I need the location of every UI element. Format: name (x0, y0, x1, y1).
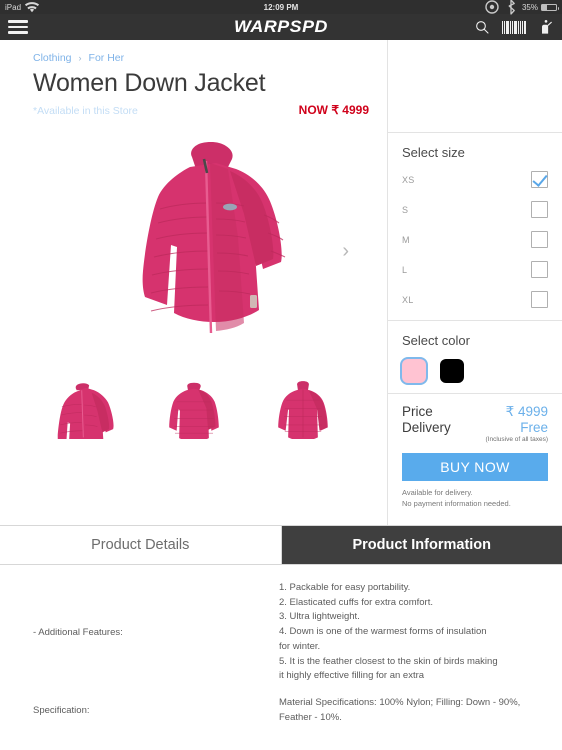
size-option-l[interactable]: L (402, 261, 548, 278)
store-availability-label: *Available in this Store (33, 105, 138, 117)
location-icon (484, 0, 500, 15)
feature-line: it highly effective filling for an extra (279, 670, 425, 682)
features-value: 1. Packable for easy portability. 2. Ela… (279, 581, 498, 684)
size-label: M (402, 234, 410, 245)
app-bar-actions (474, 19, 555, 35)
size-checkbox-m[interactable] (531, 231, 548, 248)
buy-now-button[interactable]: BUY NOW (402, 453, 548, 481)
features-key: - Additional Features: (33, 627, 123, 639)
price-row: Price ₹ 4999 (402, 404, 548, 420)
tab-product-details[interactable]: Product Details (0, 526, 282, 564)
shopper-icon[interactable] (538, 19, 554, 35)
feature-line: 4. Down is one of the warmest forms of i… (279, 626, 487, 638)
size-label: S (402, 204, 409, 215)
purchase-note-line-1: Available for delivery. (402, 488, 473, 497)
status-time: 12:09 PM (263, 2, 299, 12)
thumbnail-view-3[interactable] (274, 377, 332, 439)
app-bar: WARPSPD (0, 14, 562, 40)
info-row-features: - Additional Features: 1. Packable for e… (0, 581, 562, 684)
breadcrumb-root[interactable]: Clothing (33, 52, 72, 64)
color-swatch-pink[interactable] (402, 359, 426, 383)
feature-line: for winter. (279, 640, 321, 652)
size-option-xl[interactable]: XL (402, 291, 548, 308)
color-selector: Select color (388, 321, 562, 393)
tax-note: (Inclusive of all taxes) (485, 436, 549, 443)
product-tabs: Product Details Product Information (0, 525, 562, 565)
status-right: 35% (484, 0, 559, 15)
nearby-availability-heading: Available in this store and nearby (0, 725, 562, 750)
next-image-arrow[interactable]: › (342, 241, 349, 261)
size-selector-heading: Select size (402, 145, 465, 160)
battery-icon (541, 3, 559, 11)
color-swatch-black[interactable] (440, 359, 464, 383)
size-label: L (402, 264, 408, 275)
color-swatch-list (402, 359, 548, 383)
thumbnail-view-2[interactable] (165, 377, 223, 439)
main-content: Clothing › For Her Women Down Jacket *Av… (0, 40, 562, 525)
color-selector-heading: Select color (402, 333, 470, 348)
breadcrumb: Clothing › For Her (0, 40, 387, 64)
bluetooth-icon (503, 0, 519, 15)
sale-price-badge: NOW ₹ 4999 (298, 103, 369, 117)
size-selector: Select size XS S M L XL (388, 133, 562, 320)
thumbnail-strip (0, 373, 387, 439)
pricing-section: Price ₹ 4999 Delivery Free (Inclusive of… (388, 394, 562, 443)
price-value: ₹ 4999 (505, 404, 548, 419)
size-label: XL (402, 294, 414, 305)
size-checkbox-xl[interactable] (531, 291, 548, 308)
barcode-scanner-icon[interactable] (501, 20, 526, 34)
ios-status-bar: iPad 12:09 PM 35% (0, 0, 562, 15)
size-option-m[interactable]: M (402, 231, 548, 248)
size-option-s[interactable]: S (402, 201, 548, 218)
device-label: iPad (5, 2, 22, 12)
purchase-note: Available for delivery. No payment infor… (388, 481, 562, 510)
breadcrumb-separator: › (78, 53, 82, 63)
tab-product-information[interactable]: Product Information (281, 526, 562, 564)
price-label: Price (402, 404, 433, 419)
purchase-note-line-2: No payment information needed. (402, 499, 511, 509)
size-checkbox-s[interactable] (531, 201, 548, 218)
search-icon[interactable] (474, 19, 490, 35)
app-screen: iPad 12:09 PM 35% WARPSPD Clothing › For… (0, 0, 562, 750)
feature-line: 2. Elasticated cuffs for extra comfort. (279, 596, 433, 608)
purchase-panel: Select size XS S M L XL Select color Pri… (388, 40, 562, 525)
wifi-icon (24, 0, 40, 15)
product-information-panel: - Additional Features: 1. Packable for e… (0, 565, 562, 750)
delivery-value: Free (520, 420, 548, 435)
size-label: XS (402, 174, 415, 185)
info-row-specification: Specification: Material Specifications: … (0, 696, 562, 725)
product-media-column: Clothing › For Her Women Down Jacket *Av… (0, 40, 388, 525)
status-left: iPad (5, 0, 40, 15)
size-checkbox-xs[interactable] (531, 171, 548, 188)
delivery-row: Delivery Free (402, 420, 548, 435)
delivery-label: Delivery (402, 420, 451, 435)
specification-key: Specification: (33, 705, 90, 717)
size-option-xs[interactable]: XS (402, 171, 548, 188)
feature-line: 3. Ultra lightweight. (279, 611, 360, 623)
thumbnail-view-1[interactable] (56, 377, 114, 439)
page-title: Women Down Jacket (33, 69, 266, 97)
feature-line: 5. It is the feather closest to the skin… (279, 655, 498, 667)
product-hero-image[interactable]: › (0, 123, 387, 373)
jacket-main-image (142, 142, 286, 334)
breadcrumb-leaf[interactable]: For Her (89, 52, 125, 64)
feature-line: 1. Packable for easy portability. (279, 582, 411, 593)
subtitle-row: *Available in this Store NOW ₹ 4999 (0, 98, 387, 117)
size-checkbox-l[interactable] (531, 261, 548, 278)
battery-percent-label: 35% (521, 2, 538, 12)
specification-value: Material Specifications: 100% Nylon; Fil… (279, 697, 521, 723)
